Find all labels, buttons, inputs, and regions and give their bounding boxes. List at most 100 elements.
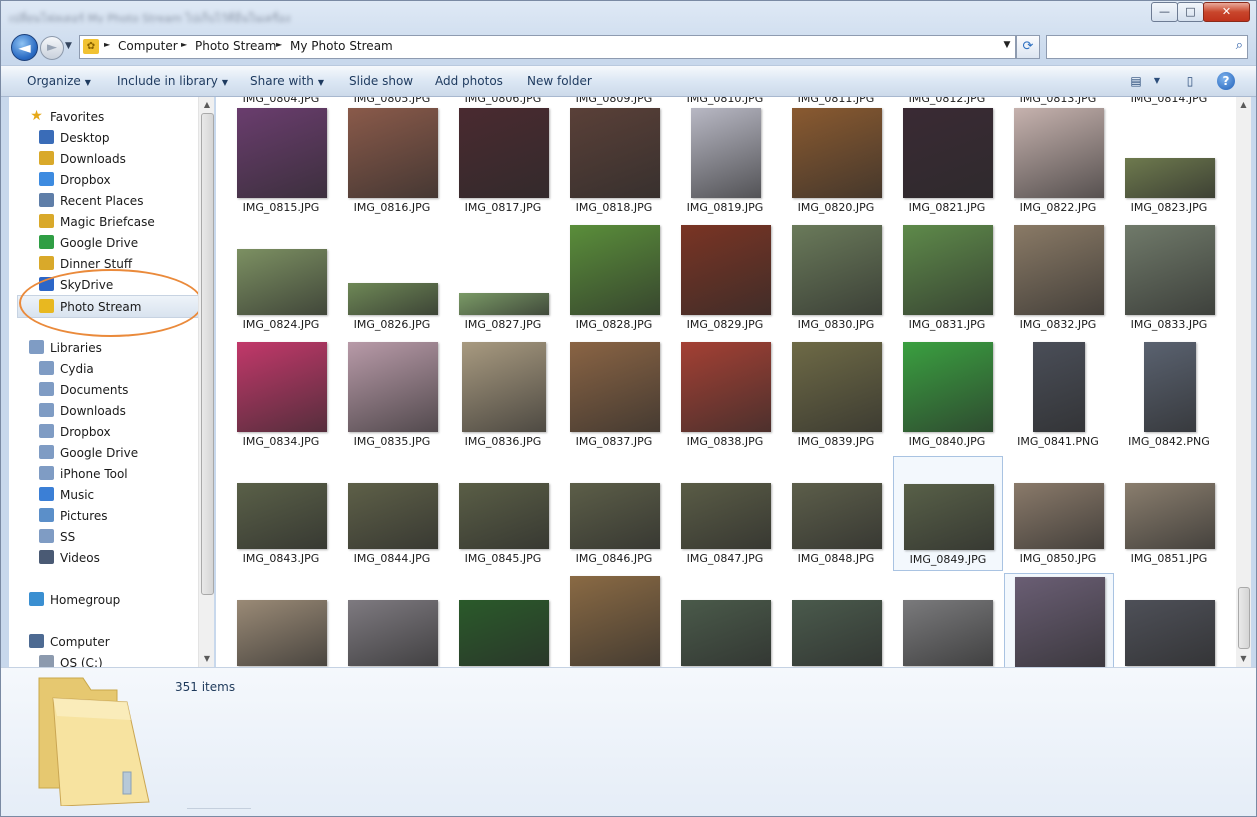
sidebar-library-videos[interactable]: Videos: [9, 547, 199, 568]
file-tile[interactable]: IMG_0836.JPG: [449, 339, 557, 452]
file-tile[interactable]: IMG_0852.JPG: [227, 573, 335, 667]
sidebar-library-cydia[interactable]: Cydia: [9, 358, 199, 379]
file-tile[interactable]: IMG_0816.JPG: [338, 105, 446, 218]
file-tile[interactable]: IMG_0848.JPG: [782, 456, 890, 569]
file-tile[interactable]: IMG_0857.JPG: [671, 573, 779, 667]
close-button[interactable]: ✕: [1203, 2, 1250, 22]
file-tile[interactable]: IMG_0846.JPG: [560, 456, 668, 569]
file-tile[interactable]: IMG_0823.JPG: [1115, 105, 1223, 218]
scroll-down-arrow[interactable]: ▼: [1236, 651, 1251, 667]
sidebar-item-dropbox[interactable]: Dropbox: [9, 169, 199, 190]
search-icon[interactable]: ⌕: [1236, 38, 1243, 53]
sidebar-library-ss[interactable]: SS: [9, 526, 199, 547]
sidebar-item-desktop[interactable]: Desktop: [9, 127, 199, 148]
file-tile[interactable]: IMG_0851.JPG: [1115, 456, 1223, 569]
file-tile[interactable]: IMG_0843.JPG: [227, 456, 335, 569]
file-tile[interactable]: IMG_0818.JPG: [560, 105, 668, 218]
file-tile[interactable]: IMG_0831.JPG: [893, 222, 1001, 335]
breadcrumb-separator[interactable]: ►: [104, 40, 110, 49]
details-resize-grip[interactable]: [187, 808, 251, 812]
file-tile[interactable]: IMG_0824.JPG: [227, 222, 335, 335]
file-tile[interactable]: IMG_0837.JPG: [560, 339, 668, 452]
file-tile[interactable]: IMG_0827.JPG: [449, 222, 557, 335]
file-list-scrollbar[interactable]: ▲ ▼: [1236, 97, 1251, 667]
file-tile[interactable]: IMG_0822.JPG: [1004, 105, 1112, 218]
file-tile[interactable]: IMG_0815.JPG: [227, 105, 335, 218]
breadcrumb-photo-stream[interactable]: Photo Stream: [195, 39, 276, 53]
sidebar-library-documents[interactable]: Documents: [9, 379, 199, 400]
share-with-menu[interactable]: Share with ▼: [250, 74, 324, 88]
file-tile[interactable]: IMG_0853.JPG: [338, 573, 446, 667]
scroll-up-arrow[interactable]: ▲: [199, 97, 214, 113]
file-tile[interactable]: IMG_0834.JPG: [227, 339, 335, 452]
file-tile[interactable]: IMG_0845.JPG: [449, 456, 557, 569]
sidebar-library-downloads[interactable]: Downloads: [9, 400, 199, 421]
file-tile[interactable]: IMG_0864.JPG: [1004, 573, 1114, 667]
refresh-button[interactable]: ⟳: [1016, 35, 1040, 59]
sidebar-library-pictures[interactable]: Pictures: [9, 505, 199, 526]
sidebar-item-downloads[interactable]: Downloads: [9, 148, 199, 169]
file-tile[interactable]: IMG_0835.JPG: [338, 339, 446, 452]
file-tile[interactable]: IMG_0859.JPG: [893, 573, 1001, 667]
scroll-up-arrow[interactable]: ▲: [1236, 97, 1251, 113]
scroll-down-arrow[interactable]: ▼: [199, 651, 214, 667]
preview-pane-icon[interactable]: ▯: [1182, 72, 1198, 90]
sidebar-library-google-drive[interactable]: Google Drive: [9, 442, 199, 463]
view-options-dropdown[interactable]: ▼: [1151, 72, 1163, 90]
file-tile[interactable]: IMG_0842.PNG: [1115, 339, 1223, 452]
change-view-icon[interactable]: ▤: [1129, 72, 1143, 90]
address-history-dropdown[interactable]: ▼: [1001, 40, 1013, 54]
file-tile[interactable]: IMG_0850.JPG: [1004, 456, 1112, 569]
file-tile[interactable]: IMG_0828.JPG: [560, 222, 668, 335]
file-tile[interactable]: IMG_0858.JPG: [782, 573, 890, 667]
file-tile[interactable]: IMG_0832.JPG: [1004, 222, 1112, 335]
file-tile[interactable]: IMG_0856.JPG: [560, 573, 668, 667]
sidebar-library-iphone-tool[interactable]: iPhone Tool: [9, 463, 199, 484]
sidebar-item-magic-briefcase[interactable]: Magic Briefcase: [9, 211, 199, 232]
file-tile[interactable]: IMG_0866.JPG: [1115, 573, 1223, 667]
navigation-scrollbar[interactable]: ▲ ▼: [198, 97, 214, 667]
maximize-button[interactable]: □: [1177, 2, 1204, 22]
search-input[interactable]: ⌕: [1046, 35, 1248, 59]
include-in-library-menu[interactable]: Include in library ▼: [117, 74, 228, 88]
breadcrumb-my-photo-stream[interactable]: My Photo Stream: [290, 39, 393, 53]
help-icon[interactable]: ?: [1217, 72, 1235, 90]
address-bar[interactable]: ✿ ► Computer ► Photo Stream ► My Photo S…: [79, 35, 1016, 59]
scroll-thumb[interactable]: [1238, 587, 1250, 649]
minimize-button[interactable]: —: [1151, 2, 1178, 22]
new-folder-button[interactable]: New folder: [527, 74, 592, 88]
breadcrumb-computer[interactable]: Computer: [118, 39, 178, 53]
file-tile[interactable]: IMG_0826.JPG: [338, 222, 446, 335]
breadcrumb-separator[interactable]: ►: [276, 40, 282, 49]
sidebar-drive-os-c[interactable]: OS (C:): [9, 652, 199, 667]
slide-show-button[interactable]: Slide show: [349, 74, 413, 88]
file-tile[interactable]: IMG_0839.JPG: [782, 339, 890, 452]
file-tile[interactable]: IMG_0817.JPG: [449, 105, 557, 218]
file-tile[interactable]: IMG_0833.JPG: [1115, 222, 1223, 335]
file-tile[interactable]: IMG_0830.JPG: [782, 222, 890, 335]
add-photos-button[interactable]: Add photos: [435, 74, 503, 88]
file-tile[interactable]: IMG_0847.JPG: [671, 456, 779, 569]
sidebar-item-recent-places[interactable]: Recent Places: [9, 190, 199, 211]
file-tile[interactable]: IMG_0820.JPG: [782, 105, 890, 218]
sidebar-section-favorites[interactable]: ★ Favorites: [9, 106, 199, 127]
sidebar-library-music[interactable]: Music: [9, 484, 199, 505]
forward-button[interactable]: ►: [40, 36, 64, 60]
sidebar-section-computer[interactable]: Computer: [9, 631, 199, 652]
sidebar-item-google-drive[interactable]: Google Drive: [9, 232, 199, 253]
scroll-thumb[interactable]: [201, 113, 214, 595]
file-tile[interactable]: IMG_0838.JPG: [671, 339, 779, 452]
file-tile[interactable]: IMG_0840.JPG: [893, 339, 1001, 452]
file-tile[interactable]: IMG_0819.JPG: [671, 105, 779, 218]
sidebar-section-homegroup[interactable]: Homegroup: [9, 589, 199, 610]
sidebar-library-dropbox[interactable]: Dropbox: [9, 421, 199, 442]
organize-menu[interactable]: Organize ▼: [27, 74, 91, 88]
file-tile[interactable]: IMG_0829.JPG: [671, 222, 779, 335]
back-button[interactable]: ◄: [11, 34, 38, 61]
file-tile[interactable]: IMG_0844.JPG: [338, 456, 446, 569]
file-tile[interactable]: IMG_0841.PNG: [1004, 339, 1112, 452]
breadcrumb-separator[interactable]: ►: [181, 40, 187, 49]
file-tile[interactable]: IMG_0821.JPG: [893, 105, 1001, 218]
file-tile[interactable]: IMG_0849.JPG: [893, 456, 1003, 571]
sidebar-section-libraries[interactable]: Libraries: [9, 337, 199, 358]
